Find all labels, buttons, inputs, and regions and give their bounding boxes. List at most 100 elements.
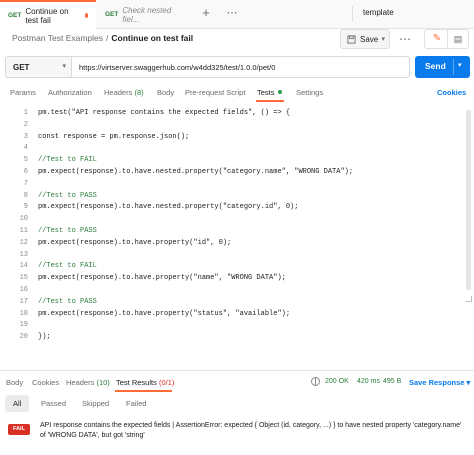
code-line[interactable]: 5 //Test to FAIL [0,155,474,167]
status-dot-icon [277,90,282,94]
code-editor[interactable]: 1 pm.test("API response contains the expe… [0,106,474,366]
line-number: 7 [23,179,28,188]
tab-label: Authorization [48,88,92,97]
new-tab-button[interactable]: + [198,5,214,21]
tab-label: Headers [66,378,95,387]
code-text: pm.expect(response).to.have.nested.prope… [38,168,354,176]
cookies-link[interactable]: Cookies [437,88,466,97]
filter-failed[interactable]: Failed [118,395,154,412]
code-line[interactable]: 3 const response = pm.response.json(); [0,132,474,144]
more-actions-button[interactable]: ⋯ [398,30,412,48]
tab-tests[interactable]: Tests [257,88,282,97]
tab-method: GET [105,11,119,18]
divider [453,59,454,75]
method-select[interactable]: GET ▾ [5,56,71,78]
code-text: pm.expect(response).to.have.nested.prope… [38,203,299,212]
tab-count: (10) [96,378,110,387]
save-icon [347,34,356,44]
chevron-down-icon[interactable]: ▾ [381,35,385,43]
tab-count: (0/1) [158,378,175,387]
code-text: pm.expect(response).to.have.property("id… [38,238,232,247]
code-line[interactable]: 13 [0,250,474,262]
line-number: 11 [19,227,28,235]
code-text: pm.expect(response).to.have.property("na… [38,274,286,283]
save-label: Save [360,34,379,44]
code-line[interactable]: 9 pm.expect(response).to.have.nested.prop… [0,202,474,214]
tab-name: Continue on test fail [25,6,69,25]
code-line[interactable]: 8 //Test to PASS [0,191,474,203]
tab-count: (8) [134,88,144,97]
globe-icon[interactable] [311,377,320,386]
code-line[interactable]: 20}); [0,332,474,344]
status-code[interactable]: 200 OK [325,378,349,385]
tab-label: Params [10,88,36,97]
doc-icon[interactable]: ▤ [452,33,464,45]
breadcrumb-collection[interactable]: Postman Test Examples [12,33,103,43]
code-line[interactable]: 1 pm.test("API response contains the expe… [0,108,474,120]
tab-label: Test Results [116,378,157,387]
line-number: 2 [23,120,28,129]
tab-label: Tests [257,88,275,97]
code-line[interactable]: 11 //Test to PASS [0,226,474,238]
code-line[interactable]: 14 //Test to FAIL [0,261,474,273]
tab-label: Pre-request Script [185,88,246,97]
code-comment: //Test to PASS [38,297,97,306]
test-result-message: API response contains the expected field… [40,422,462,439]
line-number: 10 [19,215,28,224]
url-input[interactable] [71,56,410,78]
status-badge: FAIL [8,424,30,435]
tab-response-cookies[interactable]: Cookies [32,378,59,387]
tab-settings[interactable]: Settings [296,88,323,97]
divider [0,370,474,371]
code-line[interactable]: 7 [0,179,474,191]
divider [447,30,448,48]
tab-test-results[interactable]: Test Results (0/1) [116,378,174,387]
tab-label: Cookies [32,378,60,387]
code-line[interactable]: 15 pm.expect(response).to.have.property("… [0,273,474,285]
page-title[interactable]: Continue on test fail [111,33,193,43]
code-line[interactable]: 17 //Test to PASS [0,297,474,309]
tab-bar: GET Continue on test fail GET Check nest… [0,0,474,29]
edit-icon[interactable]: ✎ [431,33,443,45]
save-response-label: Save Response [409,378,465,387]
code-text: pm.expect(response).to.have.property("st… [38,309,291,318]
editor-scrollbar[interactable] [466,110,471,290]
tab-options-button[interactable]: ⋯ [224,5,240,21]
tab-pre-request-script[interactable]: Pre-request Script [185,88,245,97]
code-line[interactable]: 2 [0,120,474,132]
request-tab[interactable]: GET Continue on test fail [0,0,96,29]
request-tab[interactable]: GET Check nested fiel... [97,0,193,29]
environment-selector[interactable]: template [363,8,394,17]
filter-skipped[interactable]: Skipped [74,395,117,412]
response-time[interactable]: 420 ms [357,378,380,385]
response-size[interactable]: 495 B [383,378,401,385]
line-number: 9 [23,203,28,212]
code-line[interactable]: 10 [0,214,474,226]
code-line[interactable]: 12 pm.expect(response).to.have.property("… [0,238,474,250]
tab-label: Body [6,378,24,387]
tab-headers[interactable]: Headers (8) [104,88,144,97]
code-line[interactable]: 4 [0,143,474,155]
chevron-down-icon[interactable]: ▾ [458,61,462,69]
tab-response-body[interactable]: Body [6,378,23,387]
line-number: 20 [19,333,28,342]
chevron-down-icon: ▾ [466,378,471,387]
tab-body[interactable]: Body [157,88,174,97]
line-number: 4 [23,144,28,153]
filter-passed[interactable]: Passed [33,395,74,412]
filter-all[interactable]: All [5,395,30,412]
code-line[interactable]: 18 pm.expect(response).to.have.property("… [0,309,474,321]
resize-handle[interactable] [466,296,472,302]
tab-response-headers[interactable]: Headers (10) [66,378,110,387]
line-number: 15 [19,274,28,283]
code-line[interactable]: 19 [0,320,474,332]
tab-authorization[interactable]: Authorization [48,88,92,97]
tab-params[interactable]: Params [10,88,36,97]
code-line[interactable]: 6 pm.expect(response).to.have.nested.prop… [0,167,474,179]
code-line[interactable]: 16 [0,285,474,297]
save-response-button[interactable]: Save Response ▾ [409,378,470,387]
code-comment: //Test to FAIL [38,156,97,165]
send-button[interactable]: Send ▾ [415,56,470,78]
code-comment: //Test to PASS [38,191,97,200]
save-button[interactable]: Save ▾ [340,29,390,49]
